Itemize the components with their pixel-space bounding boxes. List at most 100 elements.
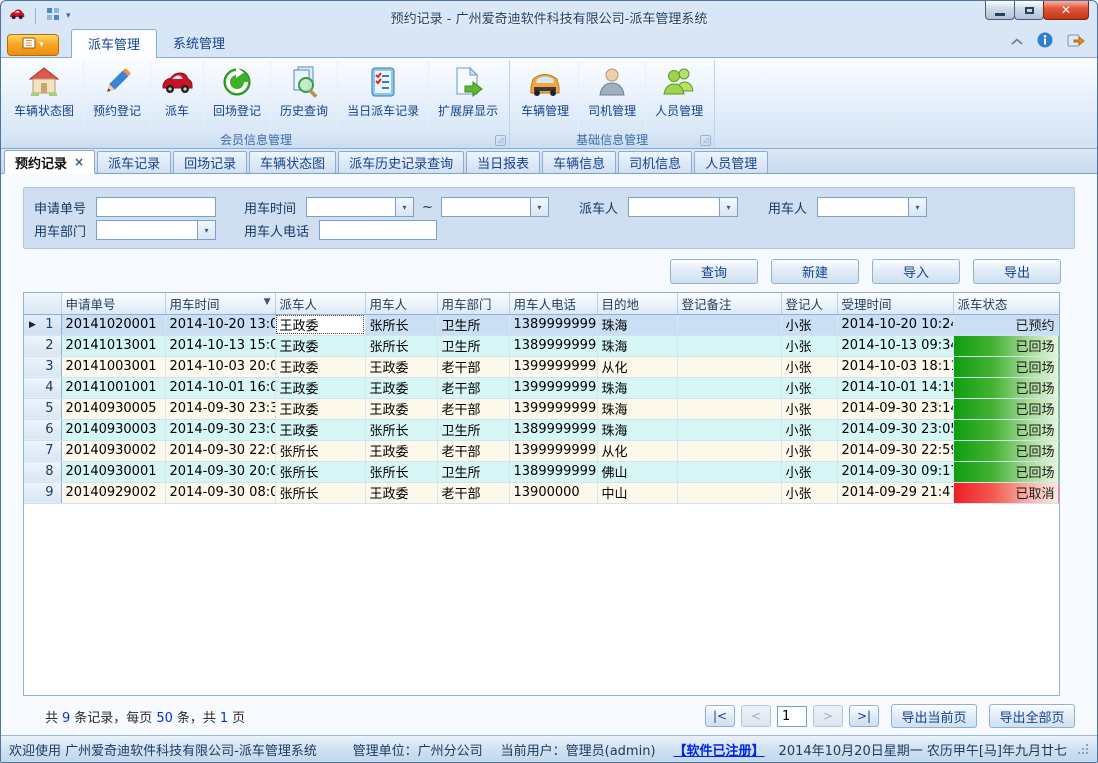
cell[interactable]: 小张 <box>781 440 837 461</box>
cell[interactable] <box>677 482 781 503</box>
col-dispatcher[interactable]: 派车人 <box>275 293 365 314</box>
cell[interactable]: 张所长 <box>365 314 437 335</box>
ribbon-item-extended-screen[interactable]: 扩展屏显示 <box>429 61 507 131</box>
cell[interactable]: 2014-09-30 20:00 <box>165 461 275 482</box>
tab-reservation-records[interactable]: 预约记录 × <box>4 150 95 174</box>
cell[interactable] <box>677 461 781 482</box>
cell[interactable]: 20141013001 <box>61 335 165 356</box>
ribbon-item-staff-manage[interactable]: 人员管理 <box>646 61 712 131</box>
cell[interactable]: 2014-09-30 09:17 <box>837 461 953 482</box>
status-cell[interactable]: 已回场 <box>953 398 1059 419</box>
col-remark[interactable]: 登记备注 <box>677 293 781 314</box>
dispatcher-combo[interactable]: ▾ <box>628 197 738 217</box>
cell[interactable]: 20140930005 <box>61 398 165 419</box>
cell[interactable]: 13999999999 <box>509 398 597 419</box>
cell[interactable]: 小张 <box>781 461 837 482</box>
cell[interactable]: 卫生所 <box>437 419 509 440</box>
table-row[interactable]: 5 20140930005 2014-09-30 23:30 王政委 王政委 老… <box>24 398 1059 419</box>
table-row[interactable]: 2 20141013001 2014-10-13 15:00 王政委 张所长 卫… <box>24 335 1059 356</box>
cell[interactable]: 2014-09-29 21:47 <box>837 482 953 503</box>
cell[interactable]: 2014-09-30 22:00 <box>165 440 275 461</box>
table-row[interactable]: 3 20141003001 2014-10-03 20:00 王政委 王政委 老… <box>24 356 1059 377</box>
cell[interactable]: 小张 <box>781 314 837 335</box>
cell[interactable]: 珠海 <box>597 398 677 419</box>
next-page-button[interactable]: > <box>813 705 843 727</box>
cell[interactable]: 老干部 <box>437 398 509 419</box>
col-accept-time[interactable]: 受理时间 <box>837 293 953 314</box>
cell[interactable]: 王政委 <box>275 335 365 356</box>
cell[interactable] <box>677 356 781 377</box>
cell[interactable]: 王政委 <box>275 398 365 419</box>
tab-daily-report[interactable]: 当日报表 <box>466 151 540 173</box>
ribbon-item-driver-manage[interactable]: 司机管理 <box>579 61 646 131</box>
tab-driver-info[interactable]: 司机信息 <box>618 151 692 173</box>
dialog-launcher-icon[interactable]: ◿ <box>495 135 506 146</box>
dropdown-arrow-icon[interactable]: ▾ <box>198 220 216 240</box>
col-status[interactable]: 派车状态 <box>953 293 1059 314</box>
tab-vehicle-info[interactable]: 车辆信息 <box>542 151 616 173</box>
cell[interactable]: 王政委 <box>365 440 437 461</box>
phone-input[interactable] <box>319 220 437 240</box>
cell[interactable] <box>677 440 781 461</box>
cell[interactable]: 王政委 <box>275 377 365 398</box>
collapse-ribbon-icon[interactable] <box>1011 35 1023 50</box>
table-row[interactable]: 9 20140929002 2014-09-30 08:00 张所长 王政委 老… <box>24 482 1059 503</box>
cell[interactable] <box>677 314 781 335</box>
prev-page-button[interactable]: < <box>741 705 771 727</box>
tab-dispatch-records[interactable]: 派车记录 <box>97 151 171 173</box>
cell[interactable]: 2014-10-01 16:00 <box>165 377 275 398</box>
cell[interactable]: 王政委 <box>365 356 437 377</box>
cell[interactable]: 中山 <box>597 482 677 503</box>
status-cell[interactable]: 已预约 <box>953 314 1059 335</box>
import-button[interactable]: 导入 <box>872 259 960 284</box>
page-input[interactable] <box>777 706 807 727</box>
tab-staff-manage[interactable]: 人员管理 <box>694 151 768 173</box>
status-cell[interactable]: 已回场 <box>953 440 1059 461</box>
first-page-button[interactable]: |< <box>705 705 735 727</box>
dialog-launcher-icon[interactable]: ◿ <box>700 135 711 146</box>
cell[interactable]: 13999999999 <box>509 356 597 377</box>
cell[interactable]: 王政委 <box>275 356 365 377</box>
status-cell[interactable]: 已回场 <box>953 461 1059 482</box>
col-phone[interactable]: 用车人电话 <box>509 293 597 314</box>
cell[interactable]: 20140930003 <box>61 419 165 440</box>
license-registered-link[interactable]: 【软件已注册】 <box>674 740 765 759</box>
ribbon-tab-dispatch[interactable]: 派车管理 <box>71 29 157 58</box>
cell[interactable] <box>677 398 781 419</box>
cell[interactable]: 13999999999 <box>509 377 597 398</box>
tab-vehicle-status-map[interactable]: 车辆状态图 <box>249 151 336 173</box>
exit-icon[interactable] <box>1067 32 1085 52</box>
tab-dispatch-history-query[interactable]: 派车历史记录查询 <box>338 151 464 173</box>
ribbon-item-today-dispatch-records[interactable]: 当日派车记录 <box>338 61 429 131</box>
status-cell[interactable]: 已取消 <box>953 482 1059 503</box>
col-dept[interactable]: 用车部门 <box>437 293 509 314</box>
cell[interactable]: 王政委 <box>365 398 437 419</box>
cell[interactable]: 张所长 <box>365 335 437 356</box>
cell[interactable]: 珠海 <box>597 335 677 356</box>
cell[interactable]: 张所长 <box>365 461 437 482</box>
status-cell[interactable]: 已回场 <box>953 419 1059 440</box>
cell[interactable]: 2014-09-30 08:00 <box>165 482 275 503</box>
cell[interactable]: 老干部 <box>437 482 509 503</box>
cell[interactable] <box>677 335 781 356</box>
cell[interactable]: 2014-10-20 10:24 <box>837 314 953 335</box>
cell[interactable]: 20141001001 <box>61 377 165 398</box>
cell[interactable]: 2014-10-01 14:19 <box>837 377 953 398</box>
quick-access-layout-icon[interactable] <box>46 7 60 25</box>
dropdown-arrow-icon[interactable]: ▾ <box>396 197 414 217</box>
col-request-no[interactable]: 申请单号 <box>61 293 165 314</box>
cell[interactable]: 老干部 <box>437 356 509 377</box>
focused-cell[interactable]: 王政委 <box>275 314 365 335</box>
cell[interactable]: 13999999999 <box>509 440 597 461</box>
col-destination[interactable]: 目的地 <box>597 293 677 314</box>
table-row[interactable]: 8 20140930001 2014-09-30 20:00 张所长 张所长 卫… <box>24 461 1059 482</box>
cell[interactable]: 老干部 <box>437 377 509 398</box>
cell[interactable]: 小张 <box>781 377 837 398</box>
table-row[interactable]: 6 20140930003 2014-09-30 23:00 王政委 张所长 卫… <box>24 419 1059 440</box>
status-cell[interactable]: 已回场 <box>953 335 1059 356</box>
cell[interactable]: 张所长 <box>275 482 365 503</box>
close-button[interactable]: ✕ <box>1043 1 1089 20</box>
cell[interactable]: 小张 <box>781 356 837 377</box>
cell[interactable]: 1389999999 <box>509 461 597 482</box>
cell[interactable]: 老干部 <box>437 440 509 461</box>
